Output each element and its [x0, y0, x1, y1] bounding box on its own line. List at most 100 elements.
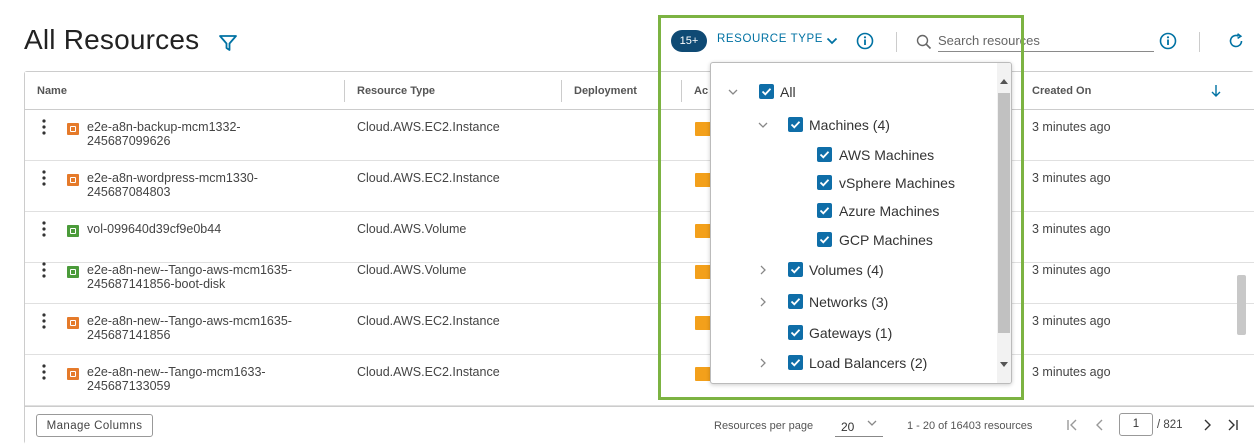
previous-page-icon[interactable] [1093, 418, 1107, 432]
resource-type-dropdown: All Machines (4) AWS Machines vSphere Ma… [710, 62, 1012, 384]
row-actions-icon[interactable] [39, 363, 49, 381]
dropdown-item-volumes[interactable]: Volumes (4) [711, 260, 997, 280]
resources-per-page-label: Resources per page [714, 420, 814, 432]
chevron-right-icon[interactable] [757, 357, 769, 369]
dropdown-item-all[interactable]: All [711, 82, 997, 102]
dropdown-item-label: Networks (3) [809, 294, 889, 310]
dropdown-item-label: GCP Machines [839, 232, 933, 248]
created-on: 3 minutes ago [1032, 171, 1111, 185]
checkbox-gateways[interactable] [788, 325, 803, 340]
manage-columns-button[interactable]: Manage Columns [36, 414, 153, 437]
row-actions-icon[interactable] [39, 220, 49, 238]
dropdown-scrollbar-thumb[interactable] [998, 93, 1010, 333]
toolbar-divider [1199, 32, 1200, 52]
checkbox-aws-machines[interactable] [817, 147, 832, 162]
current-page-input[interactable]: 1 [1119, 413, 1153, 436]
dropdown-item-label: AWS Machines [839, 147, 935, 163]
dropdown-item-label: Volumes (4) [809, 262, 884, 278]
created-on: 3 minutes ago [1032, 222, 1111, 236]
dropdown-item-label: vSphere Machines [839, 175, 955, 191]
dropdown-item-label: Gateways (1) [809, 325, 893, 341]
resource-name[interactable]: e2e-a8n-new--Tango-mcm1633- 245687133059 [87, 365, 337, 393]
row-actions-icon[interactable] [39, 169, 49, 187]
next-page-icon[interactable] [1200, 418, 1214, 432]
resource-type: Cloud.AWS.Volume [357, 263, 467, 277]
sort-descending-icon[interactable] [1210, 84, 1222, 98]
chevron-down-icon[interactable] [757, 119, 769, 131]
volume-icon [67, 225, 79, 237]
dropdown-item-label: Load Balancers (2) [809, 355, 928, 371]
row-actions-icon[interactable] [39, 261, 49, 279]
dropdown-item-gateways[interactable]: Gateways (1) [711, 323, 997, 343]
column-header-created-on[interactable]: Created On [1032, 72, 1091, 110]
chevron-right-icon[interactable] [757, 264, 769, 276]
resource-name[interactable]: e2e-a8n-new--Tango-aws-mcm1635- 24568714… [87, 263, 337, 291]
grid-header: Name Resource Type Deployment Ac Created… [25, 72, 1254, 110]
created-on: 3 minutes ago [1032, 120, 1111, 134]
refresh-icon[interactable] [1228, 33, 1244, 49]
row-actions-icon[interactable] [39, 118, 49, 136]
checkbox-load-balancers[interactable] [788, 355, 803, 370]
total-pages: / 821 [1157, 419, 1183, 431]
checkbox-volumes[interactable] [788, 262, 803, 277]
created-on: 3 minutes ago [1032, 365, 1111, 379]
created-on: 3 minutes ago [1032, 263, 1111, 277]
table-row[interactable]: e2e-a8n-wordpress-mcm1330- 245687084803 … [25, 161, 1254, 212]
resource-type: Cloud.AWS.EC2.Instance [357, 120, 500, 134]
page-title: All Resources [24, 24, 200, 55]
resource-name[interactable]: vol-099640d39cf9e0b44 [87, 222, 337, 236]
first-page-icon[interactable] [1065, 418, 1079, 432]
grid-footer: Manage Columns Resources per page 20 1 -… [25, 406, 1254, 444]
scroll-down-icon[interactable] [999, 361, 1009, 369]
table-row[interactable]: e2e-a8n-new--Tango-mcm1633- 245687133059… [25, 355, 1254, 406]
checkbox-vsphere-machines[interactable] [817, 175, 832, 190]
volume-icon [67, 266, 79, 278]
last-page-icon[interactable] [1226, 418, 1240, 432]
column-resize-handle[interactable] [561, 80, 562, 102]
chevron-down-icon[interactable] [867, 419, 877, 427]
checkbox-networks[interactable] [788, 294, 803, 309]
column-header-deployment[interactable]: Deployment [574, 72, 637, 110]
checkbox-gcp-machines[interactable] [817, 232, 832, 247]
resource-name[interactable]: e2e-a8n-backup-mcm1332- 245687099626 [87, 120, 337, 148]
ec2-instance-icon [67, 123, 79, 135]
ec2-instance-icon [67, 317, 79, 329]
checkbox-all[interactable] [759, 84, 774, 99]
column-resize-handle[interactable] [344, 80, 345, 102]
table-row[interactable]: e2e-a8n-backup-mcm1332- 245687099626 Clo… [25, 110, 1254, 161]
dropdown-item-aws-machines[interactable]: AWS Machines [711, 145, 997, 165]
pagination-range: 1 - 20 of 16403 resources [907, 420, 1033, 432]
column-header-resource-type[interactable]: Resource Type [357, 72, 435, 110]
chevron-down-icon[interactable] [727, 86, 739, 98]
dropdown-item-vsphere-machines[interactable]: vSphere Machines [711, 173, 997, 193]
resource-type: Cloud.AWS.EC2.Instance [357, 314, 500, 328]
dropdown-item-networks[interactable]: Networks (3) [711, 292, 997, 312]
table-row[interactable]: e2e-a8n-new--Tango-aws-mcm1635- 24568714… [25, 253, 1254, 304]
dropdown-item-label: Azure Machines [839, 203, 940, 219]
checkbox-machines[interactable] [788, 117, 803, 132]
grid-scrollbar[interactable] [1237, 275, 1246, 335]
dropdown-item-machines[interactable]: Machines (4) [711, 115, 997, 135]
resource-type: Cloud.AWS.EC2.Instance [357, 365, 500, 379]
resource-type: Cloud.AWS.Volume [357, 222, 467, 236]
search-info-icon[interactable] [1159, 32, 1177, 50]
resources-grid: Name Resource Type Deployment Ac Created… [24, 71, 1254, 444]
dropdown-item-label: Machines (4) [809, 117, 890, 133]
all-resources-page: All Resources 15+ RESOURCE TYPE Name Res… [0, 0, 1254, 444]
ec2-instance-icon [67, 368, 79, 380]
scroll-up-icon[interactable] [999, 77, 1009, 85]
dropdown-item-gcp-machines[interactable]: GCP Machines [711, 230, 997, 250]
dropdown-item-azure-machines[interactable]: Azure Machines [711, 201, 997, 221]
resource-name[interactable]: e2e-a8n-wordpress-mcm1330- 245687084803 [87, 171, 337, 199]
chevron-right-icon[interactable] [757, 296, 769, 308]
column-header-name[interactable]: Name [37, 72, 67, 110]
dropdown-item-load-balancers[interactable]: Load Balancers (2) [711, 353, 997, 373]
row-actions-icon[interactable] [39, 312, 49, 330]
ec2-instance-icon [67, 174, 79, 186]
resource-type: Cloud.AWS.EC2.Instance [357, 171, 500, 185]
dropdown-item-label: All [780, 84, 796, 100]
checkbox-azure-machines[interactable] [817, 203, 832, 218]
filter-icon[interactable] [218, 34, 238, 52]
table-row[interactable]: e2e-a8n-new--Tango-aws-mcm1635- 24568714… [25, 304, 1254, 355]
resource-name[interactable]: e2e-a8n-new--Tango-aws-mcm1635- 24568714… [87, 314, 337, 342]
